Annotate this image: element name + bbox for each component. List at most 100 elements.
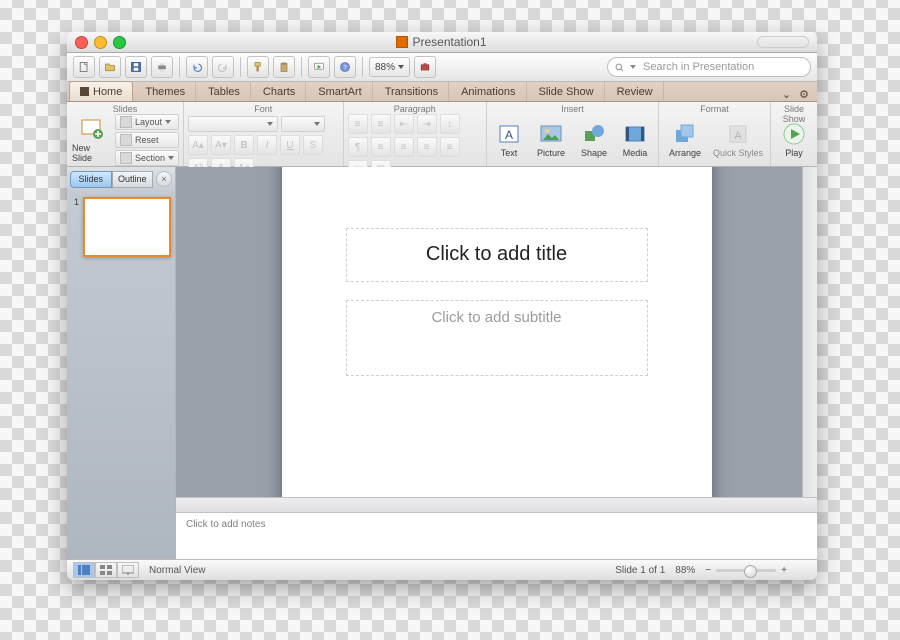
tab-tables[interactable]: Tables xyxy=(198,82,251,101)
bullets-button[interactable]: ≡ xyxy=(348,114,368,134)
slide-thumbnail[interactable] xyxy=(83,197,171,257)
format-painter-button[interactable] xyxy=(247,56,269,78)
insert-picture-button[interactable]: Picture xyxy=(530,116,572,164)
chevron-down-icon xyxy=(165,120,171,124)
horizontal-scrollbar[interactable] xyxy=(176,497,817,512)
sorter-view-button[interactable] xyxy=(95,562,117,578)
zoom-in-icon[interactable]: + xyxy=(781,565,787,576)
label: Picture xyxy=(537,148,565,158)
title-placeholder[interactable]: Click to add title xyxy=(346,228,648,282)
zoom-out-icon[interactable]: − xyxy=(705,565,711,576)
insert-shape-button[interactable]: Shape xyxy=(575,116,613,164)
strike-button[interactable]: S xyxy=(303,135,323,155)
fit-to-window-icon[interactable] xyxy=(797,563,811,577)
tab-smartart[interactable]: SmartArt xyxy=(308,82,372,101)
group-title: Slides xyxy=(71,104,179,114)
tab-charts[interactable]: Charts xyxy=(253,82,306,101)
zoom-icon[interactable] xyxy=(113,36,126,49)
align-right-button[interactable]: ≡ xyxy=(417,137,437,157)
insert-text-button[interactable]: A Text xyxy=(491,116,527,164)
tab-themes[interactable]: Themes xyxy=(135,82,196,101)
reset-icon xyxy=(120,134,132,146)
sidebar-tab-outline[interactable]: Outline xyxy=(112,171,154,188)
align-center-button[interactable]: ≡ xyxy=(394,137,414,157)
home-icon xyxy=(80,87,89,96)
ribbon-options-icon[interactable]: ⌄ xyxy=(782,88,791,101)
toolbox-icon[interactable] xyxy=(414,56,436,78)
line-spacing-button[interactable]: ↕ xyxy=(440,114,460,134)
slide-counter: Slide 1 of 1 xyxy=(615,565,665,576)
indent-right-button[interactable]: ⇥ xyxy=(417,114,437,134)
undo-button[interactable] xyxy=(186,56,208,78)
ribbon: Slides New Slide Layout Reset Section Fo… xyxy=(67,102,817,167)
sidebar-tab-slides[interactable]: Slides xyxy=(70,171,112,188)
tab-review[interactable]: Review xyxy=(607,82,664,101)
font-size-select[interactable] xyxy=(281,116,325,132)
slideshow-play-button[interactable] xyxy=(308,56,330,78)
slide-thumbnail-row[interactable]: 1 xyxy=(67,191,175,263)
layout-button[interactable]: Layout xyxy=(115,114,179,130)
slide[interactable]: Click to add title Click to add subtitle xyxy=(282,167,712,512)
subtitle-placeholder[interactable]: Click to add subtitle xyxy=(346,300,648,376)
label: Text xyxy=(501,148,518,158)
minimize-icon[interactable] xyxy=(94,36,107,49)
font-family-select[interactable] xyxy=(188,116,278,132)
workarea: Slides Outline × 1 Click to add title Cl… xyxy=(67,167,817,559)
chevron-down-icon xyxy=(267,122,273,126)
shrink-font-button[interactable]: A▾ xyxy=(211,135,231,155)
reset-button[interactable]: Reset xyxy=(115,132,179,148)
indent-left-button[interactable]: ⇤ xyxy=(394,114,414,134)
arrange-button[interactable]: Arrange xyxy=(663,116,707,164)
group-font: Font A▴ A▾ B I U S Aᵇ A Aa xyxy=(184,102,344,166)
window-title: Presentation1 xyxy=(412,35,486,49)
clipboard-icon[interactable] xyxy=(273,56,295,78)
underline-button[interactable]: U xyxy=(280,135,300,155)
section-button[interactable]: Section xyxy=(115,150,179,166)
redo-button[interactable] xyxy=(212,56,234,78)
play-button[interactable]: Play xyxy=(775,116,813,164)
tab-slideshow[interactable]: Slide Show xyxy=(529,82,605,101)
tab-transitions[interactable]: Transitions xyxy=(375,82,449,101)
normal-view-button[interactable] xyxy=(73,562,95,578)
gear-icon[interactable]: ⚙ xyxy=(799,88,809,101)
slideshow-view-button[interactable] xyxy=(117,562,139,578)
label: Section xyxy=(135,153,165,163)
save-button[interactable] xyxy=(125,56,147,78)
print-button[interactable] xyxy=(151,56,173,78)
new-slide-button[interactable]: New Slide xyxy=(71,116,112,164)
close-panel-button[interactable]: × xyxy=(156,171,172,187)
label: Media xyxy=(623,148,648,158)
italic-button[interactable]: I xyxy=(257,135,277,155)
label: Play xyxy=(785,148,803,158)
search-input[interactable] xyxy=(641,60,804,74)
separator xyxy=(301,57,302,77)
help-button[interactable]: ? xyxy=(334,56,356,78)
align-left-button[interactable]: ≡ xyxy=(371,137,391,157)
zoom-select[interactable]: 88% xyxy=(369,57,410,77)
chevron-down-icon xyxy=(398,65,404,69)
grow-font-button[interactable]: A▴ xyxy=(188,135,208,155)
tab-animations[interactable]: Animations xyxy=(451,82,526,101)
zoom-label: 88% xyxy=(675,565,695,576)
notes-pane[interactable]: Click to add notes xyxy=(176,512,817,559)
bold-button[interactable]: B xyxy=(234,135,254,155)
new-doc-button[interactable] xyxy=(73,56,95,78)
close-icon[interactable] xyxy=(75,36,88,49)
search-box[interactable] xyxy=(607,57,811,77)
insert-media-button[interactable]: Media xyxy=(616,116,654,164)
ribbon-tabs: Home Themes Tables Charts SmartArt Trans… xyxy=(67,82,817,102)
numbering-button[interactable]: ≡ xyxy=(371,114,391,134)
slide-canvas[interactable]: Click to add title Click to add subtitle xyxy=(176,167,817,512)
justify-button[interactable]: ≡ xyxy=(440,137,460,157)
chevron-down-icon xyxy=(314,122,320,126)
label: Quick Styles xyxy=(713,148,763,158)
zoom-slider[interactable]: − + xyxy=(705,565,787,576)
quick-styles-button[interactable]: A Quick Styles xyxy=(710,116,766,164)
status-bar: Normal View Slide 1 of 1 88% − + xyxy=(67,559,817,580)
group-insert: Insert A Text Picture Shape Media xyxy=(487,102,659,166)
view-mode-label: Normal View xyxy=(149,565,206,576)
text-direction-button[interactable]: ¶ xyxy=(348,137,368,157)
vertical-scrollbar[interactable] xyxy=(802,167,817,512)
open-button[interactable] xyxy=(99,56,121,78)
tab-home[interactable]: Home xyxy=(69,81,133,101)
